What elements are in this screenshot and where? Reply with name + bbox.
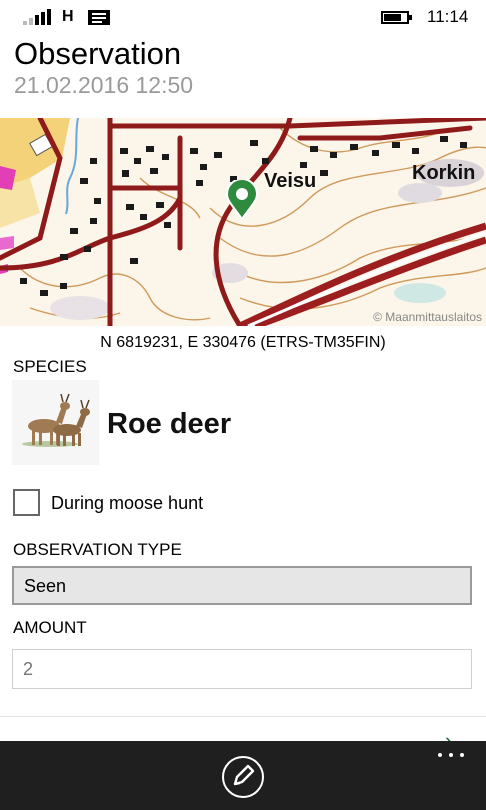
location-map[interactable]: Veisu Korkin © Maanmittauslaitos	[0, 118, 486, 326]
amount-input[interactable]	[12, 649, 472, 689]
observation-type-label: OBSERVATION TYPE	[13, 540, 182, 559]
species-label: SPECIES	[13, 357, 87, 376]
moose-hunt-label[interactable]: During moose hunt	[51, 493, 203, 514]
coordinates-text: N 6819231, E 330476 (ETRS-TM35FIN)	[100, 334, 386, 351]
location-pin-icon	[225, 180, 259, 220]
moose-hunt-checkbox[interactable]	[13, 489, 40, 516]
observation-datetime: 21.02.2016 12:50	[14, 72, 194, 98]
roe-deer-image[interactable]	[12, 380, 99, 465]
map-copyright: © Maanmittauslaitos	[373, 310, 482, 324]
edit-button[interactable]	[222, 756, 264, 798]
amount-label: AMOUNT	[13, 618, 87, 637]
edit-icon	[233, 764, 255, 786]
divider	[0, 716, 486, 717]
battery-icon	[381, 11, 412, 24]
map-place-label: Veisu	[264, 170, 317, 192]
observation-type-value: Seen	[24, 576, 67, 596]
app-bar	[0, 741, 486, 810]
observation-type-select[interactable]: Seen	[12, 566, 472, 605]
page-title: Observation	[14, 36, 182, 71]
species-name[interactable]: Roe deer	[107, 408, 231, 441]
map-topography	[0, 118, 486, 326]
map-place-label: Korkin	[412, 162, 476, 184]
signal-icon	[23, 9, 51, 25]
status-bar: H 11:14	[0, 0, 486, 34]
network-type: H	[62, 8, 74, 25]
message-icon	[88, 10, 110, 25]
more-icon[interactable]	[438, 753, 468, 763]
clock: 11:14	[427, 7, 469, 26]
